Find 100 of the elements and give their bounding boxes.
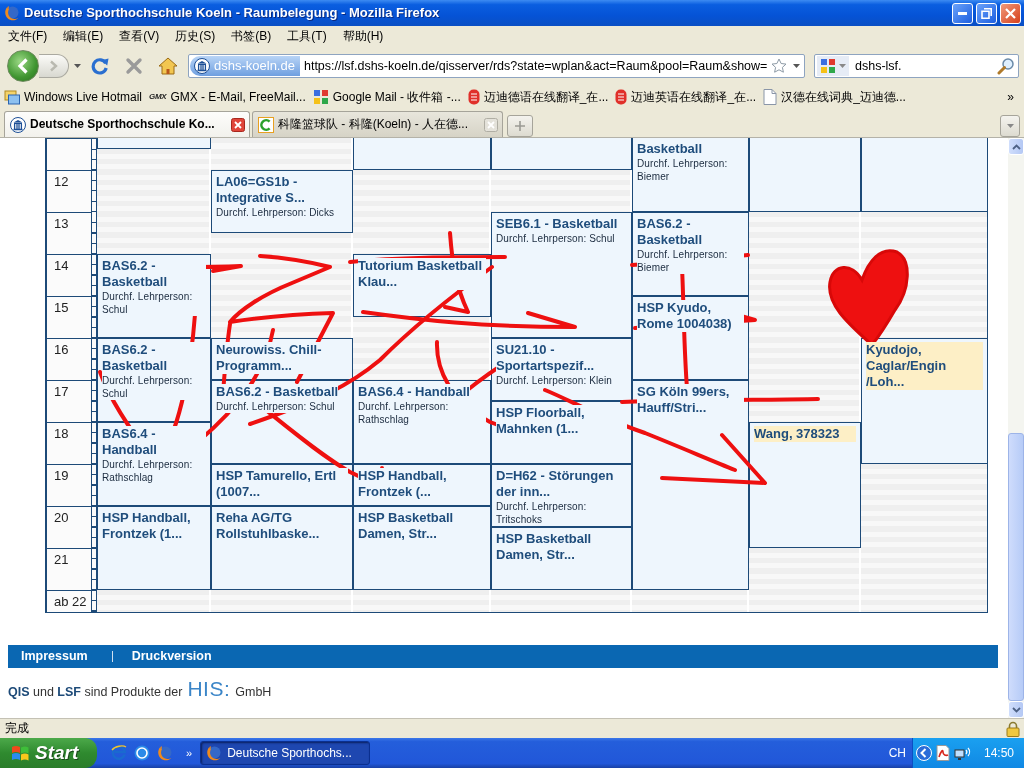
search-icon[interactable] [997,57,1015,75]
caret-icon[interactable] [74,64,81,68]
blocks-icon [312,89,329,105]
minimize-button[interactable] [952,2,973,24]
caret-icon [1006,124,1014,128]
document-icon [763,89,778,105]
footer-link[interactable]: Impressum [21,648,88,664]
globe-logo-icon[interactable] [157,745,173,761]
stop-icon[interactable] [125,57,143,75]
search-field[interactable]: dshs-lsf. [814,54,1019,78]
hour-label: 14 [47,253,91,296]
search-input[interactable]: dshs-lsf. [855,58,997,74]
menu-item[interactable]: 编辑(E) [55,28,112,44]
scrollbar-thumb[interactable] [1008,433,1024,701]
chevron-left-icon [17,58,29,74]
bookmark-link[interactable]: 汉德在线词典_迈迪德... [763,87,906,107]
company-logo: HIS: [187,677,231,699]
home-icon[interactable] [158,57,178,75]
company-name: GmbH [235,684,272,700]
caret-icon[interactable] [793,64,800,68]
course-link[interactable]: BAS6.2 - Basketball [216,383,339,400]
clock-text: 14:50 [983,745,1014,761]
close-button[interactable] [1000,2,1021,24]
course-link[interactable]: Tutorium Basketball Klau... [358,257,486,290]
hour-label: 17 [47,379,91,422]
menu-item[interactable]: 文件(F) [0,28,56,44]
course-link[interactable]: HSP Kyudo, Rome 1004038) [637,299,744,332]
chevron-up-icon [1011,143,1021,150]
bookmark-link[interactable]: 迈迪英语在线翻译_在... [615,87,757,107]
course-link[interactable]: Kyudojo, Caglar/Engin /Loh... [866,341,983,390]
arc-logo-icon [258,116,274,133]
taskbar-button[interactable]: Deutsche Sporthochs... [200,741,371,765]
teacher-text: Durchf. Lehrperson: Biemer [637,247,744,274]
close-icon[interactable] [231,117,245,132]
columns-logo-icon [10,116,26,133]
window-stack-icon [4,89,20,105]
url-input[interactable]: https://lsf.dshs-koeln.de/qisserver/rds?state=wplan&act=Raum&pool=Raum&show= [303,58,767,74]
course-link[interactable]: Wang, 378323 [754,425,856,442]
bookmark-link[interactable]: 迈迪德语在线翻译_在... [467,87,609,107]
padlock-icon[interactable] [1006,720,1020,737]
hour-label: 15 [47,295,91,338]
blocks-icon [820,58,836,74]
search-engine-button[interactable] [817,56,849,76]
course-link[interactable]: HSP Tamurello, Ertl (1007... [216,467,348,500]
tab-list-button[interactable] [1000,115,1020,137]
quick-launch-more[interactable]: » [186,747,193,761]
chevron-down-icon [1011,706,1021,713]
restore-icon [981,7,992,19]
flag-logo-icon [10,744,30,762]
hour-label: 21 [47,547,91,590]
browser-tab[interactable]: Deutsche Sporthochschule Ko... [4,111,250,137]
seal-icon [467,89,480,105]
monitor-icon[interactable] [953,745,972,761]
hour-label: 13 [47,211,91,254]
course-link[interactable]: BAS6.4 - Handball [358,383,470,400]
menu-item[interactable]: 书签(B) [223,28,280,44]
window-title: Deutsche Sporthochschule Koeln - Raumbelegung - Mozilla Firefox [24,5,440,21]
minimize-icon [958,11,967,15]
hour-label: ab 22 [47,589,91,612]
e-logo-icon[interactable] [111,745,127,761]
bookmark-link[interactable]: Google Mail - 收件箱 -... [312,87,461,107]
browser-tab[interactable]: 科隆篮球队 - 科隆(Koeln) - 人在德... [252,111,503,137]
language-indicator[interactable]: CH [888,745,906,761]
disc-icon[interactable] [134,745,150,761]
wordmark-logo: GMX [149,92,167,102]
more-bookmarks-button[interactable]: » [1007,89,1014,105]
scroll-up-button[interactable] [1008,138,1024,155]
reload-icon[interactable] [91,57,109,75]
globe-logo-icon [206,745,223,761]
bookmark-link[interactable]: GMX GMX - E-Mail, FreeMail... [149,87,306,107]
menu-item[interactable]: 帮助(H) [334,28,392,44]
forward-button[interactable] [39,54,69,78]
teacher-text: Durchf. Lehrperson: Rathschlag [358,399,486,426]
close-icon [1005,7,1016,19]
star-icon[interactable] [771,58,787,74]
circled-chevron-icon[interactable] [915,745,932,761]
chevron-right-icon [49,60,58,72]
start-button[interactable]: Start [0,738,97,768]
hour-label: 12 [47,169,91,212]
footer-link[interactable]: Druckversion [131,648,212,664]
columns-logo-icon [194,58,210,74]
menu-item[interactable]: 历史(S) [167,28,224,44]
bookmark-link[interactable]: Windows Live Hotmail [4,87,143,107]
document-icon[interactable] [935,745,950,761]
back-button[interactable] [7,50,39,82]
restore-button[interactable] [976,2,997,24]
hour-label: 20 [47,505,91,548]
new-tab-button[interactable] [507,115,533,137]
caret-icon [839,64,846,68]
scroll-down-button[interactable] [1008,701,1024,718]
menu-item[interactable]: 工具(T) [279,28,335,44]
menu-item[interactable]: 查看(V) [111,28,168,44]
course-link[interactable]: HSP Floorball, Mahnken (1... [496,404,627,437]
status-text: 完成 [5,721,29,736]
url-field[interactable]: dshs-koeln.de https://lsf.dshs-koeln.de/qisserver/rds?state=wplan&act=Raum&pool=Raum&show= [188,54,805,78]
globe-logo-icon [4,5,20,21]
hour-label: 18 [47,421,91,464]
credit-text: QIS und LSF sind Produkte der [8,684,183,700]
seal-icon [615,89,628,105]
course-link[interactable]: BAS6.4 - Handball [102,425,206,458]
